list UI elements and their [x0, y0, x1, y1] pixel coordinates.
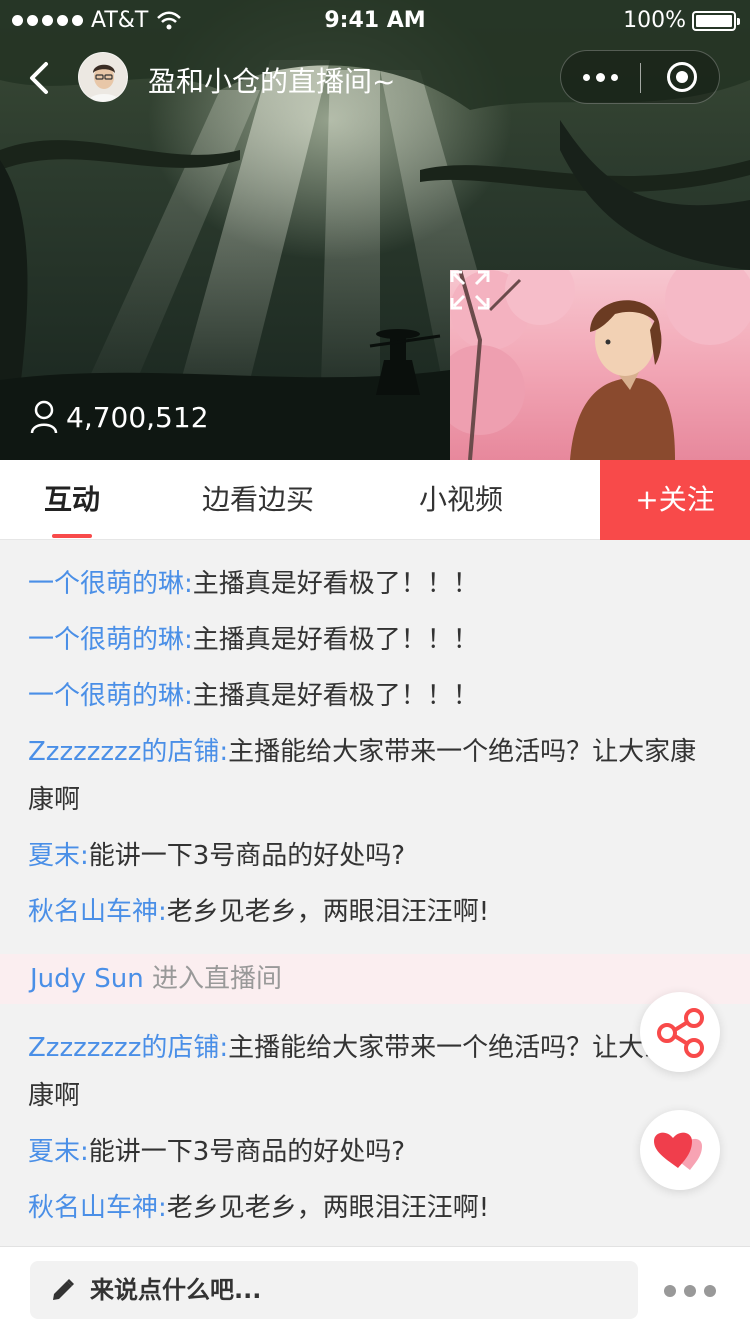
chat-username[interactable]: 夏末: [28, 1137, 89, 1167]
chat-text: 能讲一下3号商品的好处吗? [88, 1137, 406, 1167]
share-icon [657, 1008, 704, 1058]
battery-icon [692, 10, 740, 31]
battery-status: 100% [623, 8, 740, 33]
heart-icon [654, 1132, 702, 1170]
mini-program-capsule [560, 50, 720, 104]
viewer-count-value: 4,700,512 [66, 400, 209, 434]
host-avatar[interactable] [78, 52, 128, 102]
chat-message: 一个很萌的琳:主播真是好看极了！！！ [28, 616, 718, 664]
chat-text: 老乡见老乡，两眼泪汪汪啊! [166, 1193, 490, 1223]
room-navbar: 盈和小仓的直播间~ [0, 44, 750, 110]
chat-message: 秋名山车神:老乡见老乡，两眼泪汪汪啊! [28, 888, 718, 936]
comment-placeholder: 来说点什么吧... [90, 1276, 262, 1304]
chat-username[interactable]: 秋名山车神: [28, 1193, 167, 1223]
comment-input[interactable]: 来说点什么吧... [30, 1261, 638, 1319]
pen-icon [53, 1279, 74, 1300]
anime-character-image [450, 270, 750, 460]
like-button[interactable] [640, 1110, 720, 1190]
room-title: 盈和小仓的直播间~ [148, 65, 396, 98]
chat-username[interactable]: 一个很萌的琳: [28, 681, 193, 711]
chat-username[interactable]: Zzzzzzzz的店铺: [28, 1033, 228, 1063]
chat-username[interactable]: Zzzzzzzz的店铺: [28, 737, 228, 767]
chat-username[interactable]: 夏末: [28, 841, 89, 871]
pip-video-window[interactable] [450, 270, 750, 460]
chat-message: 一个很萌的琳:主播真是好看极了！！！ [28, 560, 718, 608]
more-dots-icon[interactable] [561, 51, 639, 103]
follow-button[interactable]: +关注 [600, 460, 750, 540]
viewer-count: 4,700,512 [30, 400, 209, 434]
status-bar: AT&T 9:41 AM 100% [0, 0, 750, 40]
chat-message: 夏末:能讲一下3号商品的好处吗? [28, 832, 718, 880]
chat-message: Zzzzzzzz的店铺:主播能给大家带来一个绝活吗？让大家康康啊 [28, 1024, 718, 1120]
tab-active-indicator [52, 534, 92, 538]
ellipsis-icon[interactable] [664, 1285, 716, 1297]
live-video-player[interactable]: AT&T 9:41 AM 100% 盈和小仓的直播间~ 4,700,512 [0, 0, 750, 460]
chat-username[interactable]: 秋名山车神: [28, 897, 167, 927]
close-circle-icon[interactable] [667, 62, 697, 92]
tab-interact[interactable]: 互动 [22, 460, 122, 540]
chat-message: Zzzzzzzz的店铺:主播能给大家带来一个绝活吗？让大家康康啊 [28, 728, 718, 824]
fullscreen-icon[interactable] [450, 270, 490, 310]
chat-message: 秋名山车神:老乡见老乡，两眼泪汪汪啊! [28, 1184, 718, 1232]
share-button[interactable] [640, 992, 720, 1072]
chat-username[interactable]: 一个很萌的琳: [28, 625, 193, 655]
chat-text: 主播真是好看极了！！！ [192, 681, 479, 711]
tab-bar: 互动 边看边买 小视频 +关注 [0, 460, 750, 540]
back-arrow-icon[interactable] [22, 58, 58, 98]
battery-percent: 100% [623, 8, 686, 33]
user-icon [30, 400, 58, 434]
chat-text: 老乡见老乡，两眼泪汪汪啊! [166, 897, 490, 927]
enter-room-notice: Judy Sun 进入直播间 [0, 954, 750, 1004]
bottom-bar: 来说点什么吧... [0, 1246, 750, 1334]
chat-message: 夏末:能讲一下3号商品的好处吗? [28, 1128, 718, 1176]
tab-short-videos[interactable]: 小视频 [400, 460, 522, 540]
chat-text: 主播真是好看极了！！！ [192, 625, 479, 655]
chat-message: 一个很萌的琳:主播真是好看极了！！！ [28, 672, 718, 720]
capsule-divider [640, 63, 641, 93]
enter-username[interactable]: Judy Sun [30, 964, 144, 994]
chat-username[interactable]: 一个很萌的琳: [28, 569, 193, 599]
enter-text: 进入直播间 [152, 964, 283, 994]
tab-shop-while-watching[interactable]: 边看边买 [180, 460, 336, 540]
chat-text: 主播真是好看极了！！！ [192, 569, 479, 599]
chat-text: 能讲一下3号商品的好处吗? [88, 841, 406, 871]
chat-list[interactable]: 一个很萌的琳:主播真是好看极了！！！ 一个很萌的琳:主播真是好看极了！！！ 一个… [0, 540, 750, 1246]
